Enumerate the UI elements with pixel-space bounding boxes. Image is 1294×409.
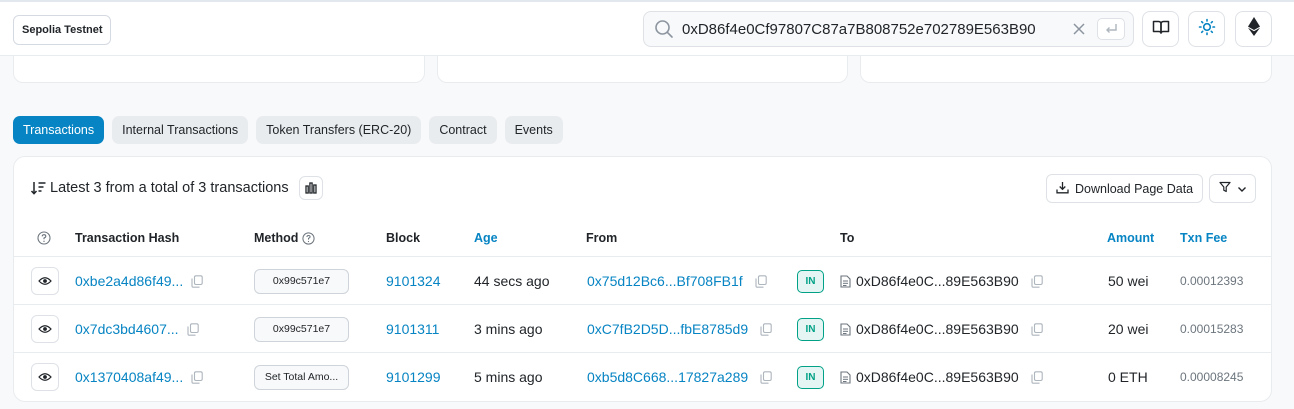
method-badge: 0x99c571e7: [254, 316, 349, 342]
contract-icon: [840, 274, 851, 288]
copy-icon[interactable]: [191, 370, 203, 384]
tab-contract[interactable]: Contract: [429, 116, 497, 144]
to-address[interactable]: 0xD86f4e0C...89E563B90: [856, 369, 1019, 385]
col-method-label: Method: [254, 231, 299, 245]
block-link[interactable]: 9101324: [386, 273, 441, 289]
tab-bar: Transactions Internal Transactions Token…: [13, 116, 563, 144]
txn-fee-text: 0.00015283: [1180, 322, 1244, 336]
sun-icon: [1198, 18, 1216, 41]
search-box[interactable]: [643, 11, 1134, 47]
col-amount[interactable]: Amount: [1107, 219, 1154, 257]
table-row: 0x1370408af49... Set Total Amo... 910129…: [14, 353, 1271, 401]
copy-icon[interactable]: [191, 274, 203, 288]
ethereum-icon: [1247, 17, 1260, 41]
filter-icon: [1218, 180, 1231, 198]
tab-transactions[interactable]: Transactions: [13, 116, 105, 144]
multichain-card: [860, 56, 1272, 83]
from-address-link[interactable]: 0xC7fB2D5D...fbE8785d9: [587, 321, 748, 337]
block-link[interactable]: 9101299: [386, 369, 441, 385]
direction-badge: IN: [797, 317, 824, 341]
method-badge: 0x99c571e7: [254, 268, 349, 294]
contract-icon: [840, 322, 851, 336]
tab-token-transfers[interactable]: Token Transfers (ERC-20): [256, 116, 422, 144]
summary-text: Latest 3 from a total of 3 transactions: [50, 180, 289, 196]
from-address-link[interactable]: 0xb5d8C668...17827a289: [587, 369, 748, 385]
col-to: To: [840, 231, 855, 245]
summary: Latest 3 from a total of 3 transactions: [30, 176, 323, 200]
tab-internal-transactions[interactable]: Internal Transactions: [112, 116, 249, 144]
copy-icon[interactable]: [760, 322, 772, 336]
age-text: 44 secs ago: [474, 273, 550, 289]
help-icon[interactable]: [37, 219, 51, 257]
network-switch-button[interactable]: [1235, 11, 1272, 47]
header: Sepolia Testnet: [0, 2, 1294, 56]
tx-hash-link[interactable]: 0x1370408af49...: [75, 369, 183, 385]
enter-icon[interactable]: [1097, 18, 1125, 40]
chevron-down-icon: [1237, 180, 1247, 198]
tx-hash-link[interactable]: 0x7dc3bd4607...: [75, 321, 179, 337]
table-header: Transaction Hash Method Block Age From T…: [14, 219, 1271, 257]
amount-text: 50 wei: [1108, 273, 1149, 289]
col-transaction-hash: Transaction Hash: [75, 231, 180, 245]
download-icon: [1056, 181, 1069, 197]
download-page-data-button[interactable]: Download Page Data: [1046, 174, 1204, 203]
copy-icon[interactable]: [755, 274, 767, 288]
copy-icon[interactable]: [1031, 370, 1043, 384]
col-txn-fee[interactable]: Txn Fee: [1180, 219, 1227, 257]
txn-fee-text: 0.00012393: [1180, 274, 1244, 288]
copy-icon[interactable]: [1031, 274, 1043, 288]
network-badge[interactable]: Sepolia Testnet: [13, 15, 112, 45]
block-link[interactable]: 9101311: [386, 321, 439, 337]
age-text: 3 mins ago: [474, 321, 543, 337]
to-address[interactable]: 0xD86f4e0C...89E563B90: [856, 273, 1019, 289]
search-input[interactable]: [682, 20, 1067, 38]
table-row: 0x7dc3bd4607... 0x99c571e7 9101311 3 min…: [14, 305, 1271, 353]
table-row: 0xbe2a4d86f49... 0x99c571e7 9101324 44 s…: [14, 257, 1271, 305]
from-address-link[interactable]: 0x75d12Bc6...Bf708FB1f: [587, 273, 743, 289]
col-from: From: [586, 231, 618, 245]
more-info-card: [437, 56, 848, 83]
theme-toggle-button[interactable]: [1188, 11, 1225, 47]
close-icon[interactable]: [1067, 17, 1091, 41]
amount-text: 0 ETH: [1108, 369, 1148, 385]
direction-badge: IN: [797, 269, 824, 293]
eye-icon[interactable]: [31, 315, 59, 343]
direction-badge: IN: [797, 365, 824, 389]
contract-icon: [840, 370, 851, 384]
transactions-panel: Latest 3 from a total of 3 transactions …: [13, 156, 1272, 402]
method-badge: Set Total Amo...: [254, 364, 349, 390]
copy-icon[interactable]: [760, 370, 772, 384]
to-address[interactable]: 0xD86f4e0C...89E563B90: [856, 321, 1019, 337]
copy-icon[interactable]: [186, 322, 199, 336]
download-label: Download Page Data: [1075, 181, 1194, 196]
amount-text: 20 wei: [1108, 321, 1149, 337]
search-icon: [654, 18, 676, 40]
analytics-button[interactable]: [298, 176, 323, 200]
info-icon[interactable]: [302, 231, 316, 245]
col-age[interactable]: Age: [474, 219, 498, 257]
tab-events[interactable]: Events: [504, 116, 563, 144]
bar-chart-icon: [304, 182, 317, 194]
sort-icon: [30, 181, 46, 195]
age-text: 5 mins ago: [474, 369, 543, 385]
filter-button[interactable]: [1209, 174, 1256, 203]
docs-button[interactable]: [1142, 11, 1179, 47]
overview-card: [13, 56, 425, 83]
txn-fee-text: 0.00008245: [1180, 370, 1244, 384]
eye-icon[interactable]: [31, 363, 59, 391]
col-block: Block: [386, 231, 421, 245]
copy-icon[interactable]: [1031, 322, 1043, 336]
book-icon: [1152, 19, 1170, 40]
tx-hash-link[interactable]: 0xbe2a4d86f49...: [75, 273, 183, 289]
col-method: Method: [254, 219, 316, 257]
eye-icon[interactable]: [31, 267, 59, 295]
overview-cards: [13, 56, 1272, 83]
